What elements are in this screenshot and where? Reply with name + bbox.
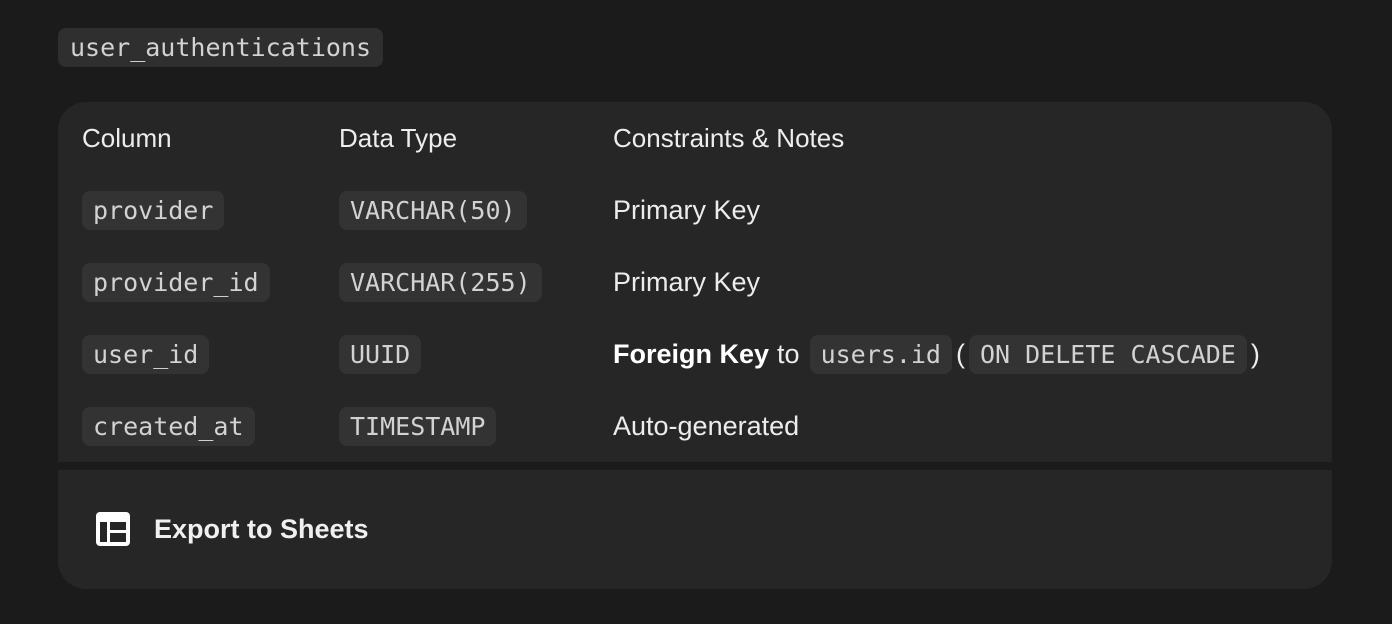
constraint-text: Primary Key: [613, 194, 761, 225]
export-label: Export to Sheets: [154, 513, 369, 544]
foreign-key-label: Foreign Key: [613, 338, 770, 369]
constraint-text: Auto-generated: [613, 410, 800, 441]
data-type-chip: UUID: [339, 334, 422, 374]
table-name-chip: user_authentications: [58, 28, 384, 67]
open-paren: (: [955, 338, 965, 369]
constraint-text: Primary Key: [613, 266, 761, 297]
constraint-foreign-key: Foreign Key to users.id ( ON DELETE CASC…: [613, 334, 1260, 374]
header-constraints: Constraints & Notes: [613, 123, 845, 153]
foreign-key-ref-chip: users.id: [809, 334, 952, 374]
foreign-key-to: to: [777, 338, 800, 369]
data-type-chip: VARCHAR(50): [339, 190, 527, 230]
column-name-chip: provider: [82, 190, 225, 230]
header-data-type: Data Type: [339, 123, 458, 153]
column-name-chip: created_at: [82, 406, 255, 446]
table-footer: Export to Sheets: [58, 470, 1332, 589]
column-name-chip: user_id: [82, 334, 210, 374]
close-paren: ): [1250, 338, 1260, 369]
export-to-sheets-button[interactable]: Export to Sheets: [94, 510, 369, 548]
table-row: user_id UUID Foreign Key to users.id ( O…: [58, 334, 1332, 374]
header-column: Column: [82, 123, 172, 153]
on-delete-chip: ON DELETE CASCADE: [968, 334, 1247, 374]
data-type-chip: TIMESTAMP: [339, 406, 497, 446]
column-name-chip: provider_id: [82, 262, 270, 302]
sheets-table-icon: [94, 510, 132, 548]
table-row: provider VARCHAR(50) Primary Key: [58, 190, 1332, 230]
schema-table: Column Data Type Constraints & Notes pro…: [58, 102, 1332, 462]
data-type-chip: VARCHAR(255): [339, 262, 542, 302]
table-row: provider_id VARCHAR(255) Primary Key: [58, 262, 1332, 302]
table-row: created_at TIMESTAMP Auto-generated: [58, 406, 1332, 446]
